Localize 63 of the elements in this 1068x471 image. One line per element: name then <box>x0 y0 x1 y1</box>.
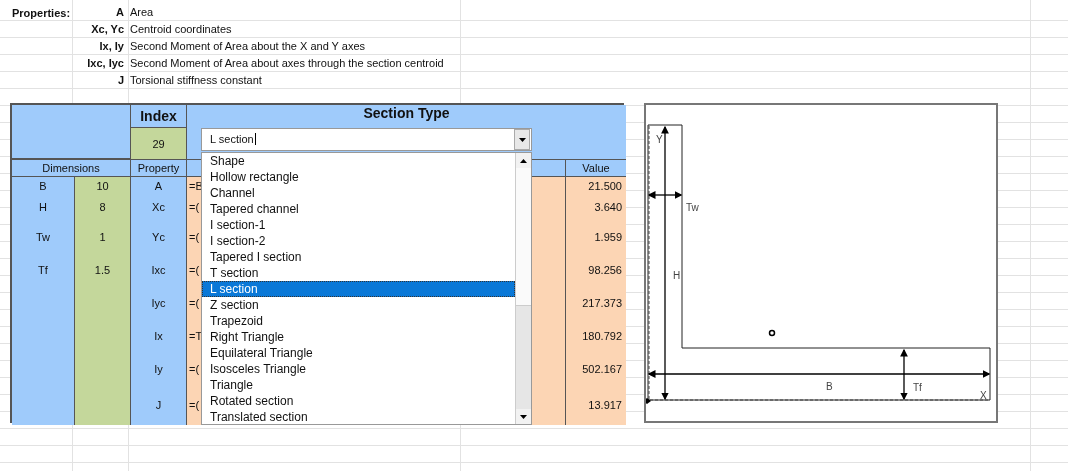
dimension-label: Tw <box>12 220 74 253</box>
value-cell: 1.959 <box>565 220 626 253</box>
property-label: J <box>130 385 186 425</box>
dimension-value: 1.5 <box>74 253 130 286</box>
dimension-value: 1 <box>74 220 130 253</box>
column-header: Dimensions <box>12 159 130 177</box>
dropdown-button[interactable] <box>514 129 530 150</box>
properties-label: Properties: <box>11 6 71 19</box>
property-label: Ixc <box>130 253 186 286</box>
column-header: Property <box>130 159 186 177</box>
property-label: Xc <box>130 194 186 220</box>
value-cell: 13.917 <box>565 385 626 425</box>
property-label: A <box>130 177 186 194</box>
caret-icon <box>518 137 526 142</box>
value-cell: 180.792 <box>565 319 626 352</box>
centroid-marker <box>768 329 776 337</box>
column-header: Value <box>565 159 626 177</box>
property-label: Yc <box>130 220 186 253</box>
dimension-value: 10 <box>74 177 130 194</box>
dropdown-option[interactable]: Right Triangle <box>202 329 515 345</box>
scrollbar[interactable] <box>515 153 531 424</box>
property-symbol: A <box>116 5 125 20</box>
value-cell: 98.256 <box>565 253 626 286</box>
dimension-label: H <box>12 194 74 220</box>
dropdown-option[interactable]: L section <box>202 281 515 297</box>
property-description: Torsional stiffness constant <box>129 73 263 88</box>
property-label: Ix <box>130 319 186 352</box>
dropdown-option[interactable]: Z section <box>202 297 515 313</box>
property-description: Second Moment of Area about the X and Y axes <box>129 39 367 54</box>
value-cell: 217.373 <box>565 286 626 319</box>
dimension-label: Tf <box>913 382 922 393</box>
dimension-label: H <box>673 270 681 281</box>
property-label: Iy <box>130 352 186 385</box>
column-header: Index <box>130 105 186 127</box>
property-label: Iyc <box>130 286 186 319</box>
dimension-label: B <box>826 381 833 392</box>
dropdown-option[interactable]: I section-1 <box>202 217 515 233</box>
value-cell: 502.167 <box>565 352 626 385</box>
dropdown-option[interactable]: Rotated section <box>202 393 515 409</box>
dropdown-option[interactable]: Isosceles Triangle <box>202 361 515 377</box>
dimension-value: 8 <box>74 194 130 220</box>
property-description: Centroid coordinates <box>129 22 233 37</box>
property-symbol: Xc, Yc <box>90 22 125 37</box>
dimension-label: Tf <box>12 253 74 286</box>
scroll-down-icon[interactable] <box>520 414 527 419</box>
dropdown-option[interactable]: I section-2 <box>202 233 515 249</box>
section-type-dropdown[interactable]: L section <box>201 128 532 151</box>
origin-marker-icon <box>646 398 651 404</box>
dropdown-option[interactable]: T section <box>202 265 515 281</box>
property-symbol: Ixc, Iyc <box>86 56 125 71</box>
dimension-label: Tw <box>686 202 699 213</box>
axis-label: Y <box>656 134 663 145</box>
dropdown-option[interactable]: Translated section <box>202 409 515 425</box>
property-symbol: J <box>116 73 125 88</box>
property-description: Second Moment of Area about axes through the section centroid <box>129 56 445 71</box>
value-cell: 3.640 <box>565 194 626 220</box>
dropdown-option[interactable]: Tapered channel <box>202 201 515 217</box>
value-cell: 21.500 <box>565 177 626 194</box>
property-symbol: Ix, Iy <box>98 39 125 54</box>
axis-label: X <box>980 390 987 401</box>
dimension-label: B <box>12 177 74 194</box>
index-cell: 29 <box>130 127 186 159</box>
property-description: Area <box>129 5 155 20</box>
